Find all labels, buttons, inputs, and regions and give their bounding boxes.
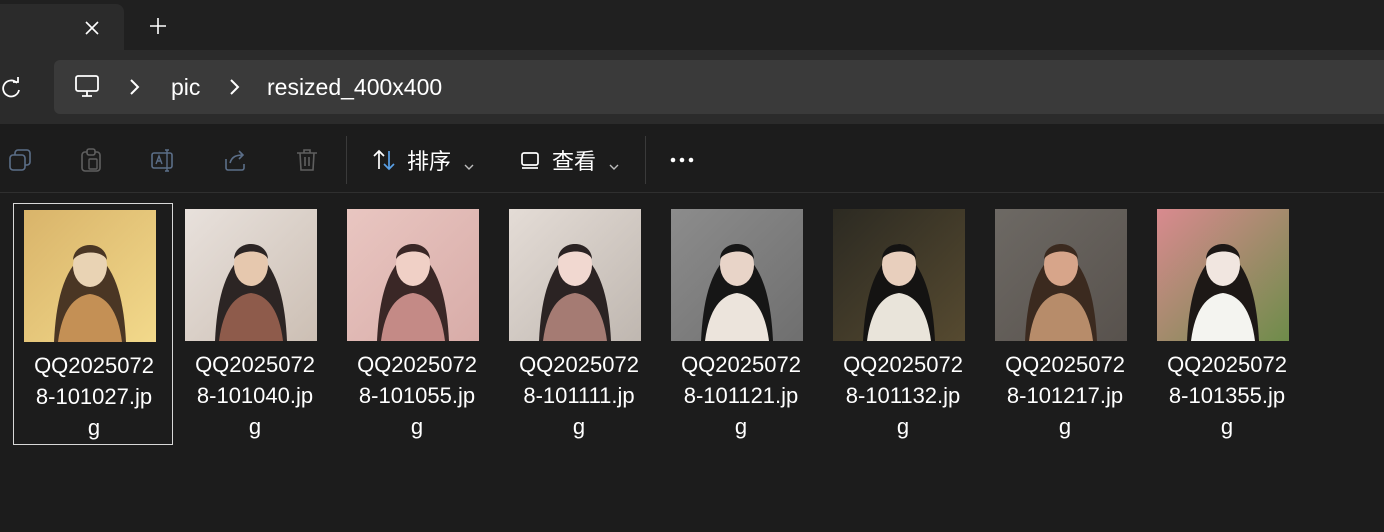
copy-icon[interactable] bbox=[6, 146, 34, 174]
rename-icon[interactable] bbox=[149, 146, 177, 174]
file-name: QQ2025072 8-101217.jp g bbox=[985, 349, 1145, 442]
file-name-line: g bbox=[734, 414, 748, 439]
file-name-line: 8-101217.jp bbox=[1006, 383, 1124, 408]
file-name-line: 8-101040.jp bbox=[196, 383, 314, 408]
file-name-line: 8-101111.jp bbox=[523, 383, 635, 408]
chevron-down-icon[interactable] bbox=[464, 156, 474, 170]
plus-icon[interactable] bbox=[146, 14, 170, 38]
image-thumbnail[interactable] bbox=[1157, 209, 1289, 341]
chevron-right-icon[interactable] bbox=[228, 78, 242, 96]
close-icon[interactable] bbox=[80, 16, 104, 40]
file-name: QQ2025072 8-101055.jp g bbox=[337, 349, 497, 442]
file-name-line: g bbox=[410, 414, 424, 439]
chevron-down-icon[interactable] bbox=[609, 156, 619, 170]
file-item[interactable]: QQ2025072 8-101055.jp g bbox=[337, 203, 497, 445]
file-name-line: g bbox=[1058, 414, 1072, 439]
file-name-line: g bbox=[896, 414, 910, 439]
file-name-line: QQ2025072 bbox=[681, 352, 801, 377]
tab-bar bbox=[0, 0, 1384, 50]
file-item[interactable]: QQ2025072 8-101027.jp g bbox=[13, 203, 173, 445]
file-item[interactable]: QQ2025072 8-101111.jp g bbox=[499, 203, 659, 445]
file-name: QQ2025072 8-101132.jp g bbox=[823, 349, 983, 442]
image-thumbnail[interactable] bbox=[509, 209, 641, 341]
file-name-line: g bbox=[572, 414, 586, 439]
file-name-line: 8-101055.jp bbox=[358, 383, 476, 408]
delete-icon[interactable] bbox=[293, 146, 321, 174]
computer-icon[interactable] bbox=[74, 73, 100, 99]
paste-icon[interactable] bbox=[77, 146, 105, 174]
file-item[interactable]: QQ2025072 8-101217.jp g bbox=[985, 203, 1145, 445]
file-name-line: 8-101121.jp bbox=[683, 383, 799, 408]
image-thumbnail[interactable] bbox=[24, 210, 156, 342]
chevron-right-icon[interactable] bbox=[128, 78, 142, 96]
file-name-line: QQ2025072 bbox=[195, 352, 315, 377]
file-name: QQ2025072 8-101040.jp g bbox=[175, 349, 335, 442]
file-item[interactable]: QQ2025072 8-101121.jp g bbox=[661, 203, 821, 445]
file-name-line: 8-101132.jp bbox=[845, 383, 961, 408]
file-item[interactable]: QQ2025072 8-101132.jp g bbox=[823, 203, 983, 445]
file-name-line: g bbox=[1220, 414, 1234, 439]
sort-icon[interactable] bbox=[370, 146, 398, 174]
file-name-line: QQ2025072 bbox=[357, 352, 477, 377]
image-thumbnail[interactable] bbox=[185, 209, 317, 341]
share-icon[interactable] bbox=[221, 146, 249, 174]
file-name-line: QQ2025072 bbox=[34, 353, 154, 378]
file-name: QQ2025072 8-101111.jp g bbox=[499, 349, 659, 442]
file-name: QQ2025072 8-101027.jp g bbox=[14, 350, 174, 443]
more-options-icon[interactable] bbox=[668, 146, 696, 174]
toolbar-divider bbox=[645, 136, 646, 184]
file-item[interactable]: QQ2025072 8-101355.jp g bbox=[1147, 203, 1307, 445]
view-button[interactable]: 查看 bbox=[552, 148, 596, 178]
sort-button[interactable]: 排序 bbox=[407, 148, 451, 178]
file-name-line: QQ2025072 bbox=[1167, 352, 1287, 377]
toolbar-divider bbox=[346, 136, 347, 184]
file-name-line: QQ2025072 bbox=[1005, 352, 1125, 377]
image-thumbnail[interactable] bbox=[995, 209, 1127, 341]
view-icon[interactable] bbox=[516, 146, 544, 174]
breadcrumb-resized[interactable]: resized_400x400 bbox=[267, 72, 442, 102]
file-name-line: g bbox=[248, 414, 262, 439]
file-name-line: QQ2025072 bbox=[519, 352, 639, 377]
file-name-line: QQ2025072 bbox=[843, 352, 963, 377]
file-name-line: g bbox=[87, 415, 101, 440]
refresh-icon[interactable] bbox=[0, 76, 24, 100]
file-name: QQ2025072 8-101121.jp g bbox=[661, 349, 821, 442]
address-bar[interactable] bbox=[54, 60, 1384, 114]
file-name-line: 8-101355.jp bbox=[1168, 383, 1286, 408]
breadcrumb-pic[interactable]: pic bbox=[171, 72, 200, 102]
image-thumbnail[interactable] bbox=[347, 209, 479, 341]
file-name: QQ2025072 8-101355.jp g bbox=[1147, 349, 1307, 442]
active-tab[interactable] bbox=[0, 4, 124, 50]
image-thumbnail[interactable] bbox=[833, 209, 965, 341]
file-name-line: 8-101027.jp bbox=[35, 384, 153, 409]
file-item[interactable]: QQ2025072 8-101040.jp g bbox=[175, 203, 335, 445]
image-thumbnail[interactable] bbox=[671, 209, 803, 341]
